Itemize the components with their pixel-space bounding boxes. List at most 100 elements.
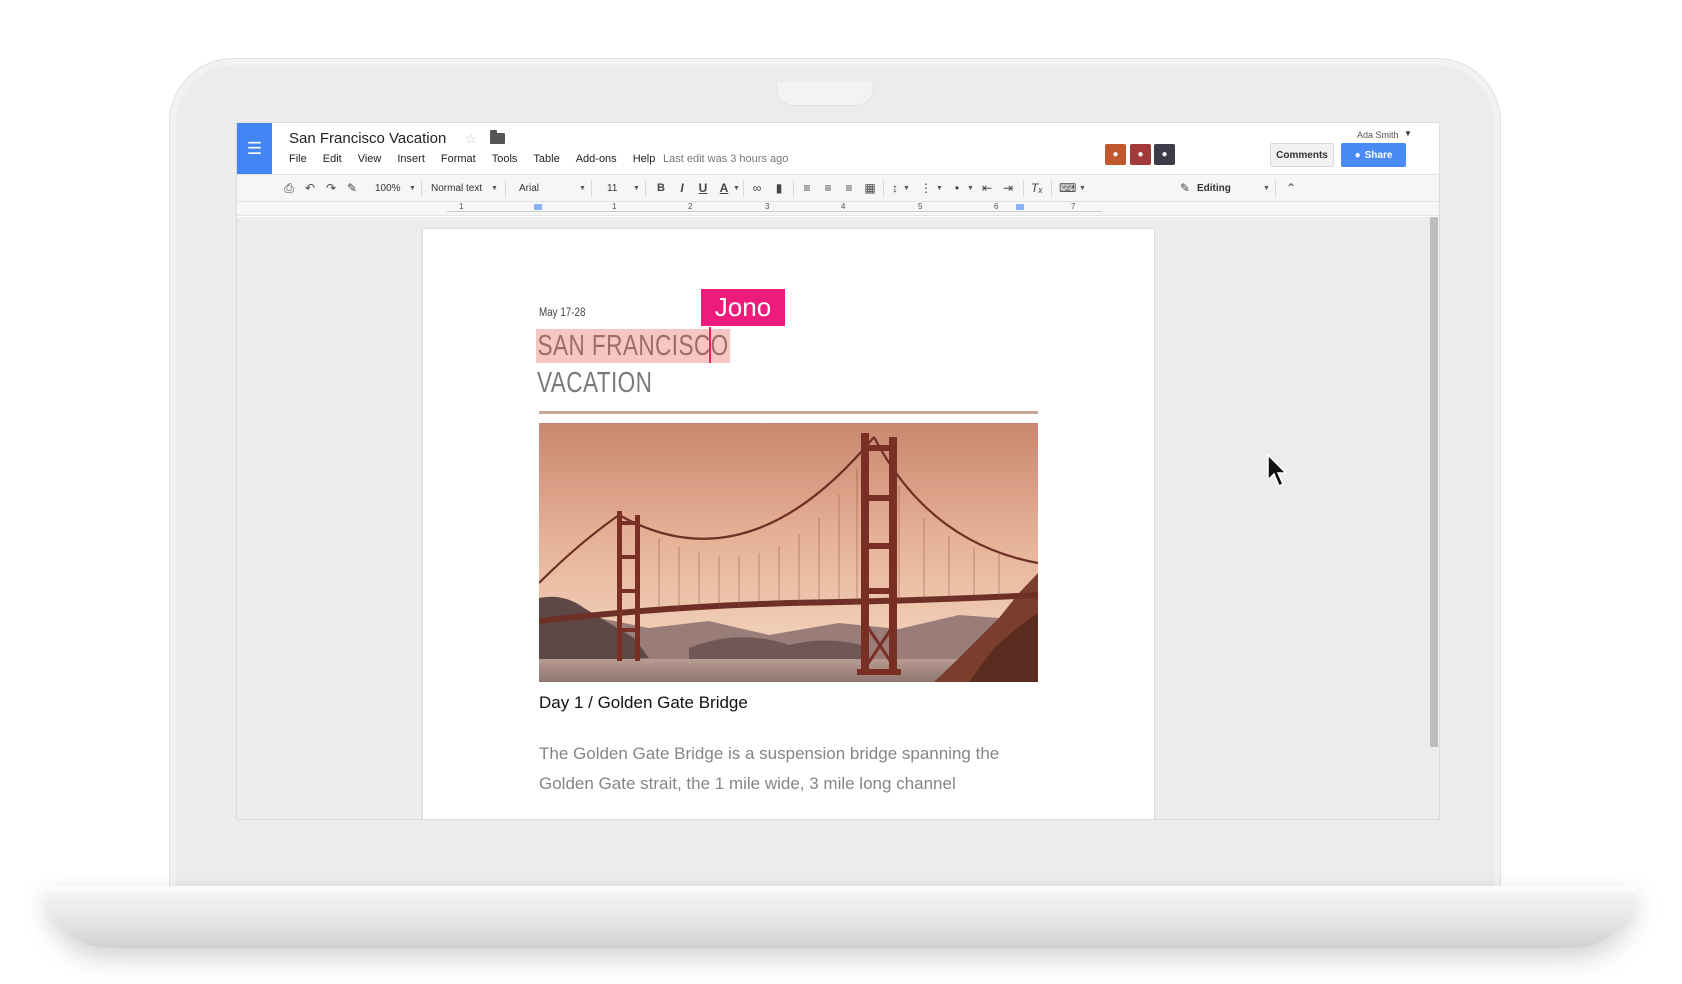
laptop-base-lip (46, 886, 1636, 892)
title-line-1[interactable]: SAN FRANCISCO (536, 329, 731, 363)
collaborator-avatar[interactable]: ● (1154, 144, 1175, 165)
chevron-down-icon[interactable]: ▼ (633, 181, 640, 196)
toolbar-divider (1275, 180, 1276, 197)
account-name[interactable]: Ada Smith (1357, 130, 1399, 140)
font-size-select[interactable]: 11 (607, 181, 617, 196)
toolbar-divider (421, 180, 422, 197)
chevron-down-icon[interactable]: ▼ (579, 181, 586, 196)
person-icon: ● (1354, 149, 1361, 161)
share-button[interactable]: ● Share (1341, 143, 1406, 167)
golden-gate-bridge-image[interactable] (539, 423, 1038, 682)
menu-bar: File Edit View Insert Format Tools Table… (289, 153, 671, 165)
chevron-down-icon[interactable]: ▼ (967, 181, 974, 196)
toolbar-divider (591, 180, 592, 197)
numbered-list-icon[interactable]: ⋮ (918, 181, 934, 196)
align-left-icon[interactable]: ≡ (799, 181, 815, 196)
editing-mode-select[interactable]: Editing (1197, 181, 1231, 196)
text-color-button[interactable]: A (716, 181, 732, 196)
folder-icon[interactable] (490, 130, 505, 144)
chevron-down-icon[interactable]: ▼ (1263, 181, 1270, 196)
toolbar-divider (743, 180, 744, 197)
document-page[interactable]: May 17-28 Jono SAN FRANCISCO VACATION Da… (423, 229, 1154, 819)
comments-button[interactable]: Comments (1270, 143, 1334, 167)
formatting-toolbar: ⎙ ↶ ↷ ✎ 100% ▼ Normal text ▼ Arial ▼ 11 … (237, 174, 1439, 202)
chevron-down-icon[interactable]: ▼ (903, 181, 910, 196)
mouse-pointer-icon (1267, 454, 1288, 488)
ruler-number: 2 (688, 202, 693, 211)
collaborator-avatar[interactable]: ● (1130, 144, 1151, 165)
menu-format[interactable]: Format (441, 153, 476, 165)
document-canvas[interactable]: May 17-28 Jono SAN FRANCISCO VACATION Da… (237, 217, 1439, 819)
ruler-number: 4 (841, 202, 846, 211)
pencil-icon[interactable]: ✎ (1177, 181, 1193, 196)
zoom-select[interactable]: 100% (375, 181, 401, 196)
ruler-number: 3 (765, 202, 770, 211)
clear-formatting-icon[interactable]: Tₓ (1029, 181, 1045, 196)
menu-edit[interactable]: Edit (323, 153, 342, 165)
align-center-icon[interactable]: ≡ (820, 181, 836, 196)
toolbar-divider (883, 180, 884, 197)
input-tools-icon[interactable]: ⌨ (1059, 181, 1076, 196)
print-icon[interactable]: ⎙ (281, 181, 297, 196)
ruler-number: 1 (612, 202, 617, 211)
bridge-illustration (539, 423, 1038, 682)
menu-view[interactable]: View (358, 153, 382, 165)
toolbar-divider (505, 180, 506, 197)
bulleted-list-icon[interactable]: • (949, 181, 965, 196)
day-heading[interactable]: Day 1 / Golden Gate Bridge (539, 693, 748, 713)
menu-insert[interactable]: Insert (397, 153, 425, 165)
comment-icon[interactable]: ▮ (771, 181, 787, 196)
menu-addons[interactable]: Add-ons (576, 153, 617, 165)
italic-button[interactable]: I (674, 181, 690, 196)
menu-file[interactable]: File (289, 153, 307, 165)
right-indent-marker[interactable] (1016, 204, 1024, 210)
ruler[interactable]: 1 1 2 3 4 5 6 7 (237, 202, 1439, 216)
menu-help[interactable]: Help (633, 153, 656, 165)
bold-button[interactable]: B (653, 181, 669, 196)
left-indent-marker[interactable] (534, 204, 542, 210)
collaborator-cursor (709, 327, 711, 363)
body-paragraph[interactable]: The Golden Gate Bridge is a suspension b… (539, 739, 1039, 799)
font-select[interactable]: Arial (519, 181, 539, 196)
chevron-down-icon[interactable]: ▼ (733, 181, 740, 196)
align-right-icon[interactable]: ≡ (841, 181, 857, 196)
increase-indent-icon[interactable]: ⇥ (1000, 181, 1016, 196)
collapse-menu-icon[interactable]: ⌃ (1283, 181, 1299, 196)
star-icon[interactable]: ☆ (465, 131, 477, 147)
chevron-down-icon[interactable]: ▼ (936, 181, 943, 196)
chevron-down-icon[interactable]: ▼ (409, 181, 416, 196)
decrease-indent-icon[interactable]: ⇤ (979, 181, 995, 196)
redo-icon[interactable]: ↷ (323, 181, 339, 196)
paragraph-style-select[interactable]: Normal text (431, 181, 482, 196)
vertical-scrollbar[interactable] (1430, 217, 1438, 747)
trip-dates[interactable]: May 17-28 (539, 305, 585, 319)
toolbar-divider (1051, 180, 1052, 197)
ruler-number: 6 (994, 202, 999, 211)
menu-table[interactable]: Table (533, 153, 559, 165)
docs-logo-icon[interactable]: ☰ (237, 123, 272, 174)
menu-tools[interactable]: Tools (492, 153, 518, 165)
collaborator-flag: Jono (701, 289, 785, 326)
toolbar-divider (793, 180, 794, 197)
last-edit-status[interactable]: Last edit was 3 hours ago (663, 153, 788, 165)
align-justify-icon[interactable]: ▦ (862, 181, 878, 196)
camera-notch (776, 82, 874, 106)
ruler-number: 1 (459, 202, 464, 211)
chevron-down-icon[interactable]: ▼ (1079, 181, 1086, 196)
ruler-track (447, 206, 1102, 212)
laptop-base (46, 886, 1636, 948)
docs-window: ☰ San Francisco Vacation ☆ File Edit Vie… (236, 122, 1440, 820)
caret-down-icon[interactable]: ▼ (1404, 129, 1412, 138)
chevron-down-icon[interactable]: ▼ (491, 181, 498, 196)
underline-button[interactable]: U (695, 181, 711, 196)
line-spacing-icon[interactable]: ↕ (887, 181, 903, 196)
title-divider (539, 411, 1038, 414)
ruler-number: 5 (918, 202, 923, 211)
title-line-2[interactable]: VACATION (537, 366, 652, 400)
collaborator-avatar[interactable]: ● (1105, 144, 1126, 165)
document-title[interactable]: San Francisco Vacation (289, 130, 446, 147)
toolbar-divider (1023, 180, 1024, 197)
undo-icon[interactable]: ↶ (302, 181, 318, 196)
link-icon[interactable]: ∞ (749, 181, 765, 196)
paint-format-icon[interactable]: ✎ (344, 181, 360, 196)
